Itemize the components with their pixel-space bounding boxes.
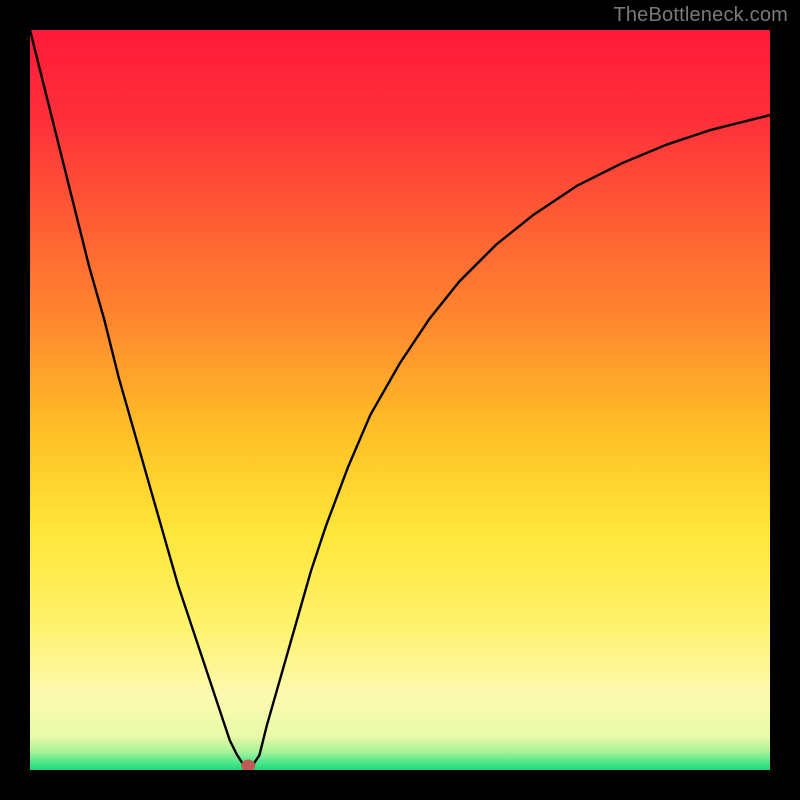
chart-container: TheBottleneck.com (0, 0, 800, 800)
bottleneck-chart (30, 30, 770, 770)
watermark-text: TheBottleneck.com (613, 4, 788, 27)
plot-area (30, 30, 770, 770)
gradient-background (30, 30, 770, 770)
